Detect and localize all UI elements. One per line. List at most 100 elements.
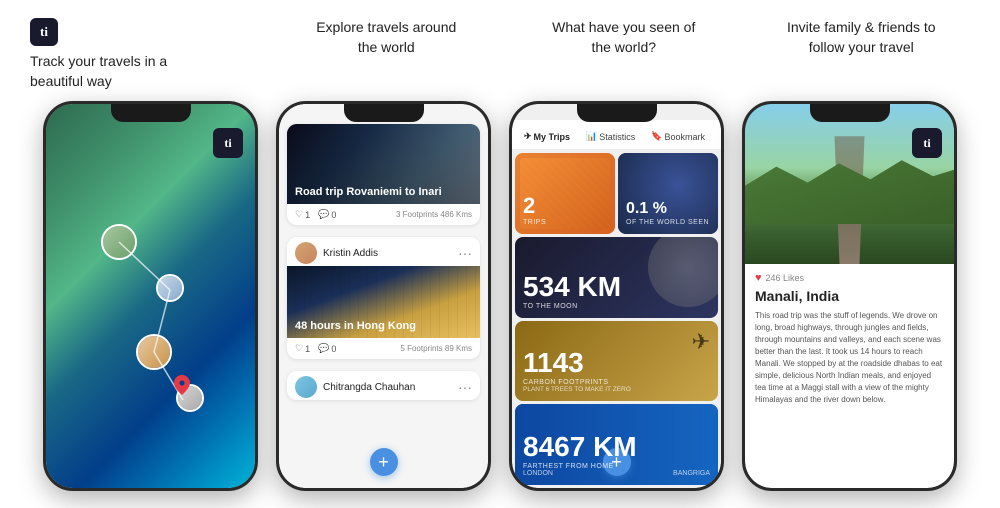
like-count: 1 xyxy=(305,210,310,220)
rovaniemi-title: Road trip Rovaniemi to Inari xyxy=(295,186,442,198)
phone-blog: 🏍 ti ♥ 246 Likes Manali, India This road… xyxy=(742,101,957,491)
blog-post-text: This road trip was the stuff of legends.… xyxy=(755,310,944,406)
map-lines xyxy=(46,104,255,488)
explore-title: Explore travels around the world xyxy=(316,18,456,57)
tab-my-trips[interactable]: ✈My Trips xyxy=(518,128,576,145)
blog-content: ♥ 246 Likes Manali, India This road trip… xyxy=(745,264,954,488)
footprints-count: 1143 xyxy=(523,349,710,377)
blog-background: 🏍 ti ♥ 246 Likes Manali, India This road… xyxy=(745,104,954,488)
tab-bookmark[interactable]: 🔖Bookmark xyxy=(645,128,711,145)
chitr-more-dots[interactable]: ··· xyxy=(458,380,472,394)
rovaniemi-image: Road trip Rovaniemi to Inari xyxy=(287,124,480,204)
farthest-label: FARTHEST FROM HOME xyxy=(523,463,710,470)
track-title: Track your travels in a beautiful way xyxy=(30,52,167,91)
phone-blog-inner: 🏍 ti ♥ 246 Likes Manali, India This road… xyxy=(745,104,954,488)
phone-feed-inner: Road trip Rovaniemi to Inari ♡ 1 💬 0 xyxy=(279,104,488,488)
trips-count: 2 xyxy=(523,195,607,217)
chitr-user-row: Chitrangda Chauhan ··· xyxy=(287,371,480,400)
moon-label: TO THE MOON xyxy=(523,303,710,310)
statistics-label: Statistics xyxy=(599,132,635,142)
col-seen: What have you seen of the world? xyxy=(505,18,743,57)
footprints-sublabel: PLANT 6 TREES TO MAKE IT ZERO xyxy=(523,386,710,393)
hk-more-dots[interactable]: ··· xyxy=(458,246,472,260)
stat-farthest-card: 8467 KM FARTHEST FROM HOME LONDON BANGRI… xyxy=(515,404,718,485)
stat-footprints-card: ✈ 1143 CARBON FOOTPRINTS PLANT 6 TREES T… xyxy=(515,321,718,402)
bookmark-label: Bookmark xyxy=(665,132,706,142)
stat-moon-card: 534 KM TO THE MOON xyxy=(515,237,718,318)
world-pct: 0.1 % xyxy=(626,201,710,217)
app-logo: ti xyxy=(30,18,58,46)
hk-actions: ♡ 1 💬 0 5 Footprints 89 Kms xyxy=(287,338,480,359)
col-track: ti Track your travels in a beautiful way xyxy=(20,18,268,91)
farthest-loc2: BANGRIGA xyxy=(673,470,710,477)
kristin-name: Kristin Addis xyxy=(323,248,452,259)
trips-label: TRIPS xyxy=(523,219,607,226)
hk-like-comment: ♡ 1 💬 0 xyxy=(295,343,336,354)
blog-likes-row: ♥ 246 Likes xyxy=(755,272,944,284)
col-invite: Invite family & friends to follow your t… xyxy=(743,18,981,57)
map-pin-3[interactable] xyxy=(136,334,172,370)
feed-card-rovaniemi[interactable]: Road trip Rovaniemi to Inari ♡ 1 💬 0 xyxy=(287,124,480,225)
heart-icon: ♡ xyxy=(295,209,303,220)
tab-statistics[interactable]: 📊Statistics xyxy=(580,128,641,145)
seen-title: What have you seen of the world? xyxy=(552,18,695,57)
comment-icon-hk: 💬 xyxy=(318,343,329,354)
stats-tabs: ✈My Trips 📊Statistics 🔖Bookmark xyxy=(512,120,721,150)
rovaniemi-comment[interactable]: 💬 0 xyxy=(318,209,336,220)
world-label: OF THE WORLD SEEN xyxy=(626,219,710,226)
feed-card-chitr[interactable]: Chitrangda Chauhan ··· xyxy=(287,371,480,400)
comment-icon: 💬 xyxy=(318,209,329,220)
map-pin-1[interactable] xyxy=(101,224,137,260)
kristin-avatar xyxy=(295,242,317,264)
rovaniemi-footprints: 3 Footprints 486 Kms xyxy=(396,210,472,219)
footprints-data: 1143 CARBON FOOTPRINTS PLANT 6 TREES TO … xyxy=(523,349,710,393)
invite-title: Invite family & friends to follow your t… xyxy=(787,18,936,57)
hk-footprints: 5 Footprints 89 Kms xyxy=(400,344,472,353)
phone-stats: ✈My Trips 📊Statistics 🔖Bookmark xyxy=(509,101,724,491)
stat-trips-card: 2 TRIPS xyxy=(515,153,615,234)
hk-like[interactable]: ♡ 1 xyxy=(295,343,310,354)
farthest-data: 8467 KM FARTHEST FROM HOME LONDON BANGRI… xyxy=(523,433,710,477)
chitr-avatar xyxy=(295,376,317,398)
blog-hero-image: 🏍 ti xyxy=(745,104,954,264)
blog-post-title: Manali, India xyxy=(755,288,944,304)
footprints-label: CARBON FOOTPRINTS xyxy=(523,379,710,386)
hk-like-count: 1 xyxy=(305,344,310,354)
map-background: ti xyxy=(46,104,255,488)
hk-title: 48 hours in Hong Kong xyxy=(295,320,416,332)
farthest-loc1: LONDON xyxy=(523,470,553,477)
phone-stats-inner: ✈My Trips 📊Statistics 🔖Bookmark xyxy=(512,104,721,488)
map-pin-2[interactable] xyxy=(156,274,184,302)
stats-background: ✈My Trips 📊Statistics 🔖Bookmark xyxy=(512,104,721,488)
ti-badge-map: ti xyxy=(213,128,243,158)
likes-count: 246 Likes xyxy=(766,273,805,283)
rovaniemi-like[interactable]: ♡ 1 xyxy=(295,209,310,220)
ti-badge-blog: ti xyxy=(912,128,942,158)
comment-count: 0 xyxy=(331,210,336,220)
hk-image: 48 hours in Hong Kong xyxy=(287,266,480,338)
rovaniemi-like-comment: ♡ 1 💬 0 xyxy=(295,209,336,220)
trips-data: 2 TRIPS xyxy=(523,195,607,226)
world-data: 0.1 % OF THE WORLD SEEN xyxy=(626,201,710,226)
moon-km: 534 KM xyxy=(523,273,710,301)
hk-comment-count: 0 xyxy=(331,344,336,354)
hk-comment[interactable]: 💬 0 xyxy=(318,343,336,354)
farthest-km: 8467 KM xyxy=(523,433,710,461)
header: ti Track your travels in a beautiful way… xyxy=(0,0,1000,101)
moon-data: 534 KM TO THE MOON xyxy=(523,273,710,310)
farthest-locations: LONDON BANGRIGA xyxy=(523,470,710,477)
phone-map-inner: ti xyxy=(46,104,255,488)
add-trip-button[interactable]: + xyxy=(370,448,398,476)
chitr-name: Chitrangda Chauhan xyxy=(323,382,452,393)
hk-user-row: Kristin Addis ··· xyxy=(287,237,480,266)
heart-icon-hk: ♡ xyxy=(295,343,303,354)
plus-icon: + xyxy=(378,452,389,473)
feed-card-hk[interactable]: Kristin Addis ··· 48 hours in Hong Kong … xyxy=(287,237,480,359)
red-location-pin xyxy=(174,375,190,400)
my-trips-label: My Trips xyxy=(534,132,571,142)
rovaniemi-actions: ♡ 1 💬 0 3 Footprints 486 Kms xyxy=(287,204,480,225)
col-explore: Explore travels around the world xyxy=(268,18,506,57)
phones-row: ti xyxy=(0,101,1000,508)
stats-grid: 2 TRIPS 0.1 % OF THE WORLD SEEN xyxy=(512,150,721,488)
phone-map: ti xyxy=(43,101,258,491)
